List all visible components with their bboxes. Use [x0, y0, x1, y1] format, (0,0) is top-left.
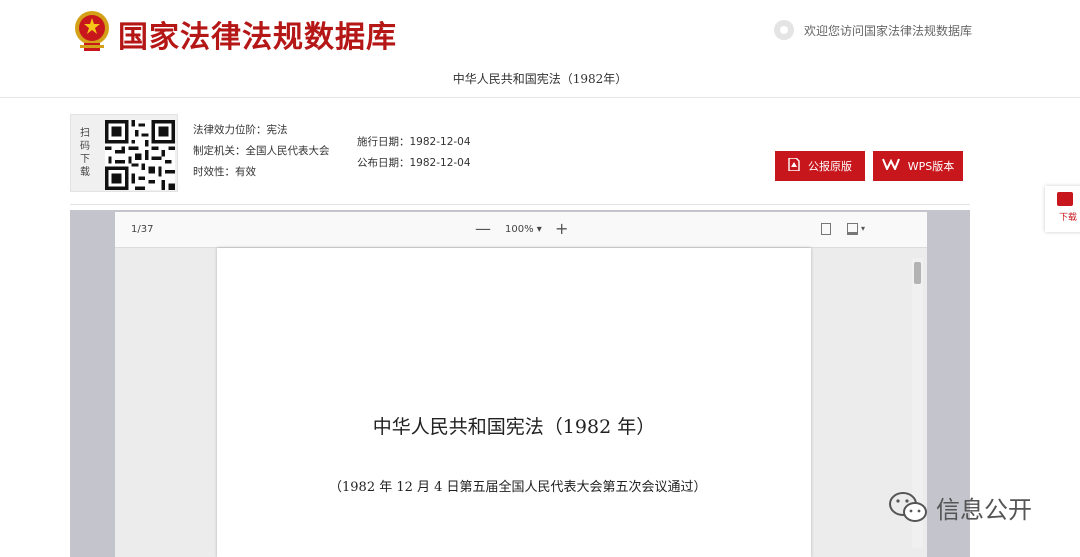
scan-label: 扫码下载 — [80, 128, 90, 178]
zoom-level-select[interactable]: 100% ▾ — [505, 224, 542, 235]
effect-level: 法律效力位阶：宪法 — [193, 124, 288, 136]
wps-version-button[interactable]: WPS版本 — [873, 151, 963, 181]
side-download-button[interactable]: 下载 — [1045, 186, 1080, 232]
pdf-button-label: 公报原版 — [808, 160, 852, 173]
wps-icon — [881, 158, 900, 174]
zoom-caret-icon: ▾ — [536, 224, 542, 235]
wechat-icon — [888, 491, 928, 525]
pdf-page: 中华人民共和国宪法（1982 年） （1982 年 12 月 4 日第五届全国人… — [217, 248, 811, 557]
doc-subtitle: 中华人民共和国宪法（1982年） — [452, 72, 628, 86]
watermark: 信息公开 — [888, 490, 1032, 525]
watermark-text: 信息公开 — [936, 496, 1032, 524]
scan-download-box[interactable]: 扫码下载 — [70, 114, 178, 192]
zoom-in-button[interactable]: + — [555, 219, 568, 238]
pdf-viewer: 1/37 — 100% ▾ + ▾ 中华人民共和国宪法（1982 年） （198… — [70, 210, 970, 557]
page-count: 1/37 — [131, 224, 154, 235]
divider — [70, 204, 970, 205]
welcome-text: 欢迎您访问国家法律法规数据库 — [803, 23, 972, 38]
info-bar: 扫码下载 法律效力位阶：宪法 制定机关：全国人民代表大会 时效性：有效 施行日期… — [70, 110, 970, 194]
side-download-label: 下载 — [1059, 213, 1078, 223]
save-icon[interactable] — [847, 223, 858, 235]
document-icon[interactable] — [821, 223, 831, 235]
meta-left: 法律效力位阶：宪法 制定机关：全国人民代表大会 时效性：有效 — [193, 120, 330, 183]
globe-icon — [773, 20, 794, 40]
effective-date: 施行日期：1982-12-04 — [357, 136, 471, 148]
zoom-level-value: 100% — [505, 224, 534, 235]
publish-date: 公布日期：1982-12-04 — [357, 157, 471, 169]
viewer-frame: 1/37 — 100% ▾ + ▾ 中华人民共和国宪法（1982 年） （198… — [115, 212, 927, 557]
wps-button-label: WPS版本 — [907, 160, 955, 173]
authority: 制定机关：全国人民代表大会 — [193, 145, 330, 157]
scroll-thumb[interactable] — [914, 262, 921, 284]
download-icon — [1057, 192, 1073, 206]
site-title[interactable]: 国家法律法规数据库 — [118, 12, 397, 56]
header: 国家法律法规数据库 欢迎您访问国家法律法规数据库 中华人民共和国宪法（1982年… — [0, 0, 1080, 98]
save-caret-icon[interactable]: ▾ — [861, 224, 865, 233]
page-title: 中华人民共和国宪法（1982 年） — [372, 416, 656, 438]
qr-code[interactable] — [105, 120, 175, 190]
meta-dates: 施行日期：1982-12-04 公布日期：1982-12-04 — [357, 132, 471, 174]
pdf-original-button[interactable]: 公报原版 — [775, 151, 865, 181]
national-emblem-icon[interactable] — [72, 9, 112, 53]
page-note: （1982 年 12 月 4 日第五届全国人民代表大会第五次会议通过） — [329, 480, 707, 495]
viewer-toolbar: 1/37 — 100% ▾ + ▾ — [115, 212, 927, 248]
validity: 时效性：有效 — [193, 166, 256, 178]
pdf-icon — [788, 156, 800, 175]
welcome-area: 欢迎您访问国家法律法规数据库 — [773, 20, 972, 40]
zoom-out-button[interactable]: — — [475, 219, 491, 238]
